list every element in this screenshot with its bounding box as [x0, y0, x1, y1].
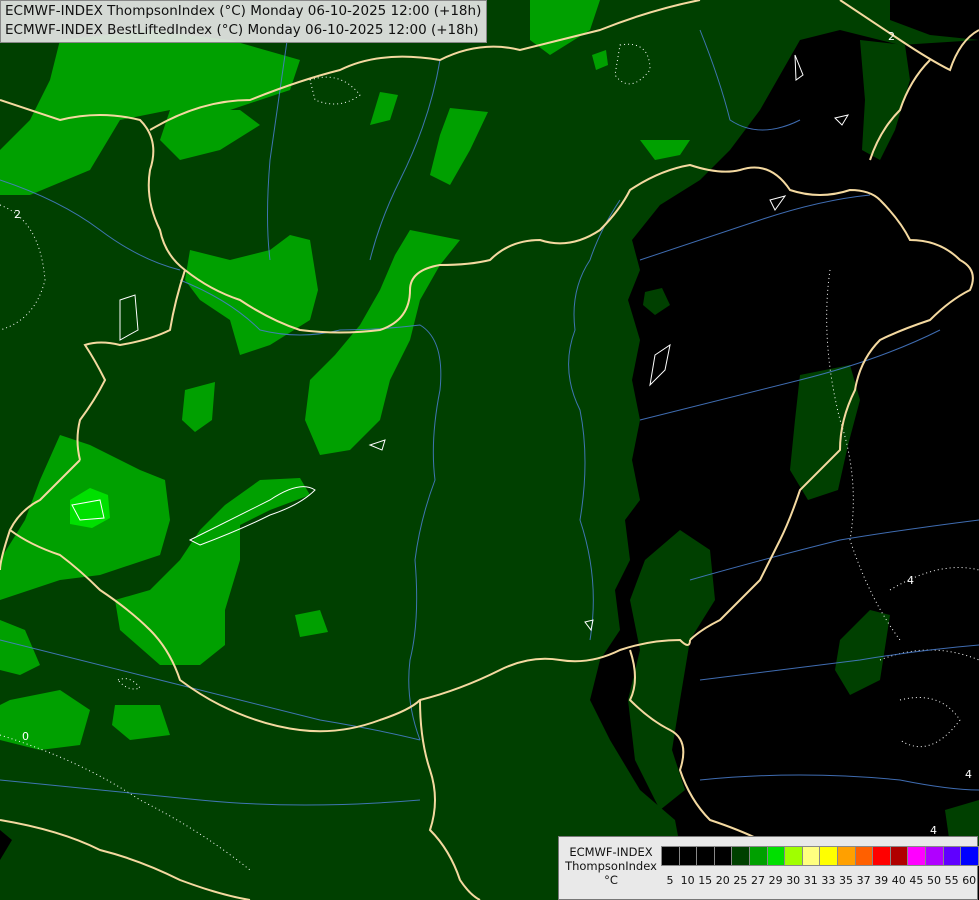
legend-swatch — [678, 846, 698, 866]
legend-unit: °C — [604, 873, 618, 887]
contour-label-4: 4 — [907, 574, 914, 587]
legend-swatch — [819, 846, 838, 866]
legend-title: ECMWF-INDEX ThompsonIndex °C — [564, 845, 658, 887]
legend-parameter: ThompsonIndex — [565, 859, 657, 873]
legend-swatch — [731, 846, 750, 866]
contour-label-2: 0 — [22, 730, 29, 743]
legend-swatch — [889, 846, 909, 866]
legend-swatch — [942, 846, 962, 866]
legend-swatch — [713, 846, 733, 866]
legend-swatch — [766, 846, 786, 866]
legend-model: ECMWF-INDEX — [569, 845, 653, 859]
legend-swatch — [872, 846, 891, 866]
contour-label-1: 2 — [14, 208, 21, 221]
map-canvas: 2 0 2 4 4 4 — [0, 0, 979, 900]
legend-swatch — [784, 846, 803, 866]
legend-swatch — [960, 846, 979, 866]
legend-swatch — [749, 846, 768, 866]
header-line-lifted: ECMWF-INDEX BestLiftedIndex (°C) Monday … — [5, 22, 479, 38]
legend-swatch — [925, 846, 944, 866]
legend-swatch — [907, 846, 926, 866]
contour-label-5: 4 — [965, 768, 972, 781]
map-header: ECMWF-INDEX ThompsonIndex (°C) Monday 06… — [0, 0, 488, 43]
legend-swatch — [837, 846, 856, 866]
legend-swatch — [801, 846, 821, 866]
legend-swatch — [854, 846, 874, 866]
legend-label: 60 — [962, 874, 977, 887]
contour-label-3: 2 — [888, 30, 895, 43]
header-line-thompson: ECMWF-INDEX ThompsonIndex (°C) Monday 06… — [5, 3, 482, 19]
color-legend: ECMWF-INDEX ThompsonIndex °C 5 10 15 20 25 27… — [558, 836, 979, 900]
legend-swatch — [696, 846, 715, 866]
legend-swatch — [661, 846, 680, 866]
